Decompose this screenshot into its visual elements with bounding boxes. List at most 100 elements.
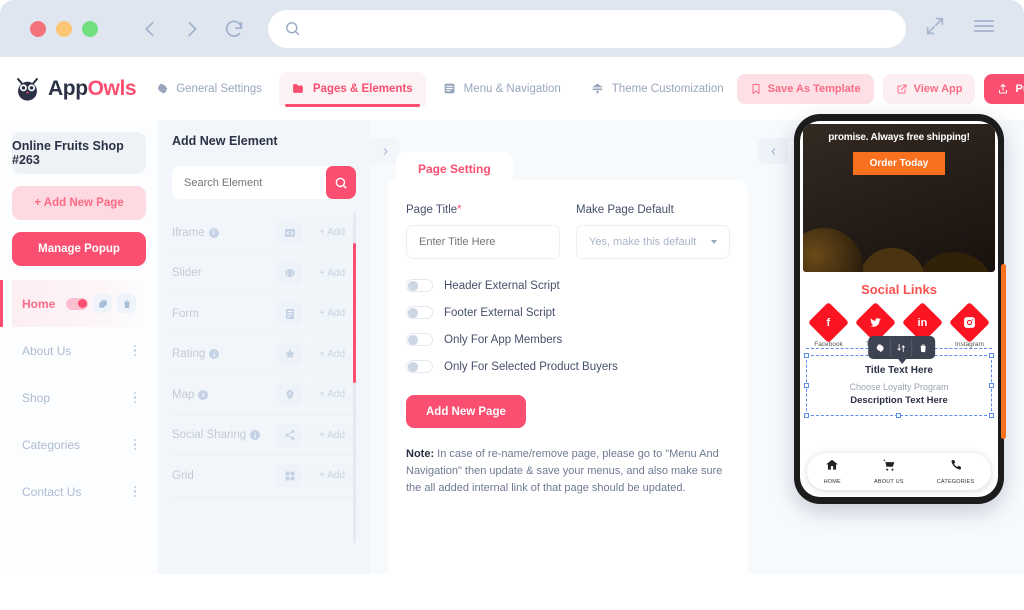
close-window-button[interactable]	[30, 20, 46, 37]
maximize-window-button[interactable]	[82, 20, 98, 37]
instagram-icon	[948, 301, 991, 344]
page-title-input[interactable]	[406, 225, 560, 259]
hero-banner[interactable]: promise. Always free shipping! Order Tod…	[803, 124, 995, 272]
resize-handle-top-right[interactable]	[989, 353, 994, 358]
add-new-page-submit-button[interactable]: Add New Page	[406, 395, 526, 428]
bottom-nav-about-us[interactable]: ABOUT US	[874, 458, 904, 485]
page-label: Home	[22, 296, 56, 311]
page-options-icon[interactable]	[133, 438, 136, 451]
toggle-switch[interactable]	[406, 279, 433, 292]
resize-handle-top-left[interactable]	[804, 353, 809, 358]
page-options-icon[interactable]	[133, 485, 136, 498]
page-options-icon[interactable]	[133, 391, 136, 404]
element-list-scrollbar-track[interactable]	[353, 213, 356, 543]
hamburger-menu-icon[interactable]	[972, 14, 996, 43]
expand-arrows-icon[interactable]	[924, 15, 946, 42]
page-row-home[interactable]: Home	[0, 280, 146, 327]
tab-general-settings[interactable]: General Settings	[142, 72, 275, 106]
social-glyph: f	[826, 316, 831, 329]
info-icon[interactable]: i	[209, 349, 220, 360]
add-element-button[interactable]: + Add	[308, 221, 356, 245]
add-element-button[interactable]: + Add	[308, 302, 356, 326]
page-visibility-toggle[interactable]	[66, 297, 88, 310]
add-element-button[interactable]: + Add	[308, 342, 356, 366]
view-app-button[interactable]: View App	[882, 73, 976, 104]
bottom-nav-home[interactable]: HOME	[824, 458, 841, 485]
page-row-contact-us[interactable]: Contact Us	[12, 468, 146, 515]
info-icon[interactable]: i	[208, 227, 219, 238]
element-row-actions: + Add	[277, 383, 356, 407]
resize-handle-bottom-center[interactable]	[896, 413, 901, 418]
element-search-box[interactable]	[172, 166, 356, 199]
bottom-nav-categories[interactable]: CATEGORIES	[937, 458, 975, 485]
add-new-page-button[interactable]: + Add New Page	[12, 186, 146, 220]
reorder-icon[interactable]	[891, 338, 913, 357]
add-element-button[interactable]: + Add	[308, 464, 356, 488]
page-row-about-us[interactable]: About Us	[12, 327, 146, 374]
element-row-form[interactable]: Form + Add	[172, 294, 356, 335]
element-name: Social Sharing i	[172, 429, 261, 441]
app-header: AppOwls General Settings Pages & Element…	[0, 57, 1024, 120]
page-options-icon[interactable]	[133, 344, 136, 357]
social-links-row: f Facebook Twitter in LinkedIn	[800, 301, 998, 364]
add-element-button[interactable]: + Add	[308, 423, 356, 447]
toggle-switch[interactable]	[406, 333, 433, 346]
reload-icon[interactable]	[222, 17, 246, 41]
hero-text: promise. Always free shipping!	[828, 132, 970, 143]
add-element-button[interactable]: + Add	[308, 261, 356, 285]
social-item-instagram[interactable]: Instagram	[948, 301, 991, 348]
collapse-preview-button[interactable]	[758, 138, 788, 164]
element-row-rating[interactable]: Rating i + Add	[172, 335, 356, 375]
element-name: Rating i	[172, 348, 220, 361]
element-row-slider[interactable]: Slider + Add	[172, 254, 356, 294]
resize-handle-bottom-left[interactable]	[804, 413, 809, 418]
delete-page-icon[interactable]	[117, 294, 136, 313]
search-submit-button[interactable]	[326, 166, 356, 199]
manage-popup-button[interactable]: Manage Popup	[12, 232, 146, 266]
minimize-window-button[interactable]	[56, 20, 72, 37]
element-row-grid[interactable]: Grid + Add	[172, 456, 356, 497]
tab-menu-navigation[interactable]: Menu & Navigation	[430, 72, 574, 106]
tab-theme-customization[interactable]: Theme Customization	[578, 72, 737, 106]
chevron-left-icon[interactable]	[138, 17, 162, 41]
element-label: Rating	[172, 348, 206, 361]
header-action-buttons: Save As Template View App Publish App	[736, 73, 1024, 104]
element-row-social-sharing[interactable]: Social Sharing i + Add	[172, 416, 356, 456]
app-logo[interactable]: AppOwls	[14, 75, 137, 102]
toggle-only-for-selected-product-buyers[interactable]: Only For Selected Product Buyers	[406, 360, 730, 373]
tab-pages-elements[interactable]: Pages & Elements	[278, 71, 426, 107]
toggle-only-for-app-members[interactable]: Only For App Members	[406, 333, 730, 346]
info-icon[interactable]: i	[198, 389, 209, 400]
social-item-facebook[interactable]: f Facebook	[807, 301, 850, 348]
trash-icon[interactable]	[912, 338, 933, 357]
toggle-switch[interactable]	[406, 306, 433, 319]
button-label: Save As Template	[767, 82, 861, 95]
make-default-select[interactable]: Yes, make this default	[576, 225, 730, 259]
info-icon[interactable]: i	[250, 430, 261, 441]
publish-app-button[interactable]: Publish App	[984, 73, 1024, 104]
order-today-button[interactable]: Order Today	[852, 152, 946, 175]
toggle-header-external-script[interactable]: Header External Script	[406, 279, 730, 292]
page-row-categories[interactable]: Categories	[12, 421, 146, 468]
search-element-input[interactable]	[184, 176, 326, 189]
resize-handle-middle-left[interactable]	[804, 382, 809, 388]
selected-text-block[interactable]: Title Text Here Choose Loyalty Program D…	[804, 353, 994, 418]
url-input[interactable]	[311, 21, 890, 36]
toggle-footer-external-script[interactable]: Footer External Script	[406, 306, 730, 319]
resize-handle-middle-right[interactable]	[989, 382, 994, 388]
save-as-template-button[interactable]: Save As Template	[736, 73, 874, 104]
chevron-right-icon[interactable]	[180, 17, 204, 41]
toggle-switch[interactable]	[406, 360, 433, 373]
grid-icon	[277, 464, 303, 488]
settings-icon[interactable]	[870, 338, 892, 357]
element-list-scrollbar-thumb[interactable]	[353, 243, 356, 383]
duplicate-page-icon[interactable]	[93, 294, 112, 313]
page-row-shop[interactable]: Shop	[12, 374, 146, 421]
resize-handle-bottom-right[interactable]	[989, 413, 994, 418]
element-row-map[interactable]: Map i + Add	[172, 375, 356, 416]
add-element-button[interactable]: + Add	[308, 383, 356, 407]
browser-url-bar[interactable]	[268, 9, 906, 48]
facebook-icon: f	[807, 301, 850, 344]
element-row-iframe[interactable]: Iframe i + Add	[172, 213, 356, 254]
add-element-panel: Add New Element Iframe i + Add Slider	[158, 120, 400, 574]
